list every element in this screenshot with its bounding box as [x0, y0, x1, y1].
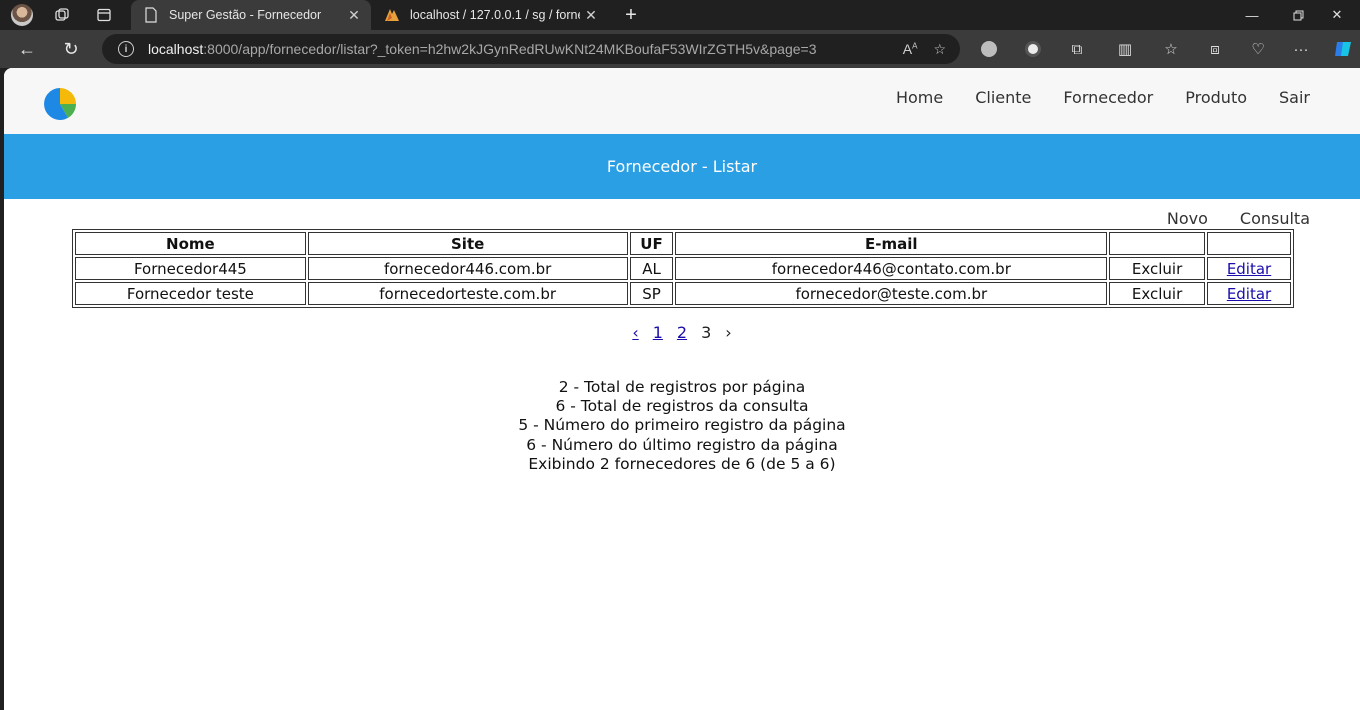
back-icon[interactable]: ←: [12, 34, 42, 64]
url-field[interactable]: i localhost:8000/app/fornecedor/listar?_…: [102, 34, 960, 64]
minimize-icon[interactable]: —: [1229, 0, 1275, 30]
tab-actions-icon[interactable]: [94, 0, 114, 30]
address-bar-row: ← ↻ i localhost:8000/app/fornecedor/list…: [0, 30, 1360, 68]
browser-tab-bar: Super Gestão - Fornecedor ✕ localhost / …: [0, 0, 1360, 30]
nav-sair[interactable]: Sair: [1279, 88, 1310, 107]
cell-email: fornecedor446@contato.com.br: [675, 257, 1108, 280]
col-header-email: E-mail: [675, 232, 1108, 255]
tab-super-gestao[interactable]: Super Gestão - Fornecedor ✕: [131, 0, 371, 30]
excluir-action[interactable]: Excluir: [1109, 257, 1206, 280]
split-screen-icon[interactable]: ▥: [1110, 34, 1140, 64]
phpmyadmin-icon: [384, 7, 400, 23]
pagination: ‹ 1 2 3 ›: [4, 323, 1360, 342]
consulta-link[interactable]: Consulta: [1240, 209, 1310, 228]
info-first-record: 5 - Número do primeiro registro da págin…: [518, 416, 846, 435]
performance-icon[interactable]: ♡: [1243, 34, 1273, 64]
url-path: :8000/app/fornecedor/listar?_token=h2hw2…: [203, 41, 817, 57]
cell-uf: SP: [629, 282, 674, 305]
new-tab-icon[interactable]: +: [620, 0, 642, 30]
refresh-icon[interactable]: ↻: [56, 34, 86, 64]
favorites-icon[interactable]: ☆: [1156, 34, 1186, 64]
sub-menu: Novo Consulta: [1135, 209, 1310, 228]
tab-phpmyadmin[interactable]: localhost / 127.0.0.1 / sg / fornec ✕: [372, 0, 608, 30]
info-total: 6 - Total de registros da consulta: [555, 397, 809, 416]
page-viewport: Home Cliente Fornecedor Produto Sair For…: [4, 68, 1360, 710]
collections-icon[interactable]: ⧈: [1200, 34, 1230, 64]
close-tab-icon[interactable]: ✕: [343, 7, 365, 24]
table-row: Fornecedor445 fornecedor446.com.br AL fo…: [75, 257, 1291, 280]
nav-cliente[interactable]: Cliente: [975, 88, 1031, 107]
pagination-page-1[interactable]: 1: [653, 323, 663, 342]
fornecedores-table-wrapper: Nome Site UF E-mail Fornecedor445 fornec…: [72, 229, 1294, 308]
pagination-info: 2 - Total de registros por página 6 - To…: [4, 378, 1360, 474]
table-row: Fornecedor teste fornecedorteste.com.br …: [75, 282, 1291, 305]
extension-gray-icon[interactable]: [974, 34, 1004, 64]
read-aloud-icon[interactable]: AA: [903, 41, 918, 57]
pagination-page-2[interactable]: 2: [677, 323, 687, 342]
close-tab-icon[interactable]: ✕: [580, 7, 602, 24]
cell-nome: Fornecedor445: [75, 257, 306, 280]
info-last-record: 6 - Número do último registro da página: [526, 435, 838, 454]
workspaces-icon[interactable]: [52, 0, 72, 30]
site-info-icon[interactable]: i: [118, 41, 134, 57]
col-header-site: Site: [307, 232, 628, 255]
more-menu-icon[interactable]: ···: [1286, 34, 1316, 64]
table-header-row: Nome Site UF E-mail: [75, 232, 1291, 255]
copilot-icon[interactable]: [1328, 34, 1358, 64]
cell-site: fornecedorteste.com.br: [307, 282, 628, 305]
extensions-puzzle-icon[interactable]: ⧉: [1062, 34, 1092, 64]
page-title: Fornecedor - Listar: [4, 134, 1360, 199]
fornecedores-table: Nome Site UF E-mail Fornecedor445 fornec…: [72, 229, 1294, 308]
tab-title: localhost / 127.0.0.1 / sg / fornec: [410, 8, 580, 22]
extension-circle-icon[interactable]: [1018, 34, 1048, 64]
excluir-action[interactable]: Excluir: [1109, 282, 1206, 305]
col-header-excluir: [1109, 232, 1206, 255]
editar-cell: Editar: [1207, 257, 1291, 280]
nav-fornecedor[interactable]: Fornecedor: [1063, 88, 1153, 107]
cell-site: fornecedor446.com.br: [307, 257, 628, 280]
col-header-nome: Nome: [75, 232, 306, 255]
main-nav: Home Cliente Fornecedor Produto Sair: [864, 68, 1310, 126]
cell-uf: AL: [629, 257, 674, 280]
pagination-next: ›: [725, 323, 732, 342]
cell-email: fornecedor@teste.com.br: [675, 282, 1108, 305]
nav-home[interactable]: Home: [896, 88, 943, 107]
editar-link[interactable]: Editar: [1227, 285, 1271, 303]
profile-avatar[interactable]: [10, 0, 34, 30]
close-window-icon[interactable]: ✕: [1314, 0, 1360, 30]
editar-cell: Editar: [1207, 282, 1291, 305]
pagination-prev[interactable]: ‹: [632, 323, 638, 342]
cell-nome: Fornecedor teste: [75, 282, 306, 305]
editar-link[interactable]: Editar: [1227, 260, 1271, 278]
info-summary: Exibindo 2 fornecedores de 6 (de 5 a 6): [528, 454, 836, 473]
site-header: Home Cliente Fornecedor Produto Sair: [4, 68, 1360, 134]
info-per-page: 2 - Total de registros por página: [558, 378, 806, 396]
pie-chart-logo-icon[interactable]: [44, 88, 77, 120]
tab-title: Super Gestão - Fornecedor: [169, 8, 322, 22]
novo-link[interactable]: Novo: [1167, 209, 1208, 228]
pagination-current-page: 3: [701, 323, 712, 342]
col-header-uf: UF: [629, 232, 674, 255]
nav-produto[interactable]: Produto: [1185, 88, 1247, 107]
col-header-editar: [1207, 232, 1291, 255]
favorite-star-icon[interactable]: ☆: [933, 41, 946, 58]
page-icon: [143, 7, 159, 23]
url-host: localhost: [148, 41, 204, 57]
